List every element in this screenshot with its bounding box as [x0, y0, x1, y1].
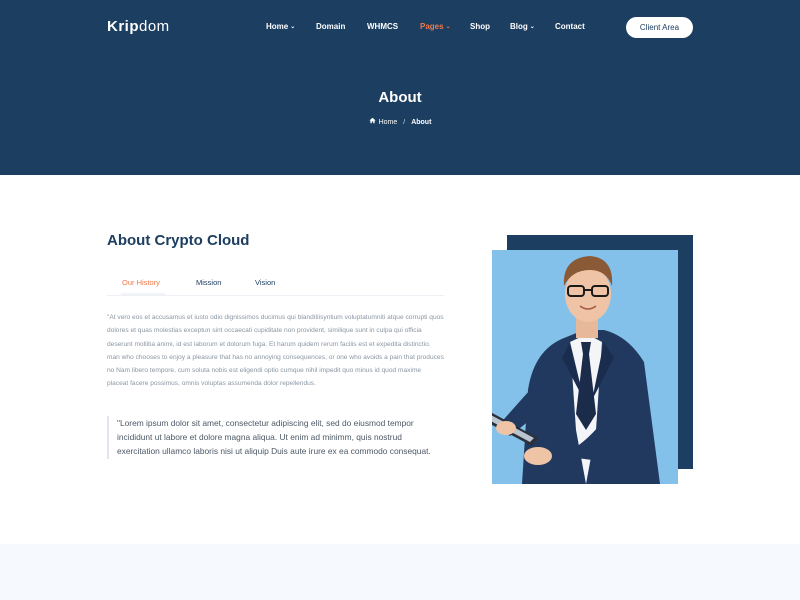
- logo-rest: dom: [139, 18, 170, 35]
- history-quote: "Lorem ipsum dolor sit amet, consectetur…: [107, 416, 444, 459]
- home-icon: [368, 117, 376, 126]
- nav-item-blog[interactable]: Blog ⌄: [510, 22, 535, 31]
- nav-item-label: Contact: [555, 22, 585, 31]
- history-paragraph: "At vero eos et accusamus et iusto odio …: [107, 314, 444, 388]
- section-title: About Crypto Cloud: [107, 232, 250, 249]
- page-title: About: [378, 89, 422, 106]
- businessman-photo: [492, 250, 678, 484]
- nav-item-label: Shop: [470, 22, 490, 31]
- chevron-down-icon: ⌄: [529, 24, 535, 30]
- businessman-illustration: [492, 256, 660, 484]
- breadcrumb-home-link[interactable]: Home: [379, 119, 398, 126]
- nav-item-label: Blog: [510, 22, 528, 31]
- tab-mission[interactable]: Mission: [196, 278, 221, 287]
- nav-item-shop[interactable]: Shop: [470, 22, 490, 31]
- nav-item-label: WHMCS: [367, 22, 399, 31]
- breadcrumb: Home / About: [0, 117, 800, 126]
- nav-item-contact[interactable]: Contact: [555, 22, 585, 31]
- breadcrumb-separator: /: [403, 119, 406, 126]
- hero-banner: Kripdom Home ⌄ Domain WHMCS Pages ⌄ Shop B…: [0, 0, 800, 175]
- client-area-button[interactable]: Client Area: [626, 17, 693, 38]
- logo[interactable]: Kripdom: [107, 18, 170, 35]
- about-tabs: Our History Mission Vision: [107, 278, 444, 296]
- nav-item-home[interactable]: Home ⌄: [266, 22, 295, 31]
- nav-item-label: Pages: [420, 22, 444, 31]
- breadcrumb-current: About: [411, 119, 432, 126]
- active-tab-indicator: [121, 293, 165, 295]
- tab-our-history[interactable]: Our History: [122, 278, 160, 287]
- nav-item-label: Domain: [316, 22, 346, 31]
- nav-item-label: Home: [266, 22, 289, 31]
- tab-vision[interactable]: Vision: [255, 278, 275, 287]
- logo-bold: Krip: [107, 18, 139, 35]
- nav-item-whmcs[interactable]: WHMCS: [367, 22, 398, 31]
- chevron-down-icon: ⌄: [445, 24, 451, 30]
- chevron-down-icon: ⌄: [290, 24, 296, 30]
- next-section-band: [0, 544, 800, 600]
- nav-item-domain[interactable]: Domain: [316, 22, 345, 31]
- nav-item-pages[interactable]: Pages ⌄: [420, 22, 451, 31]
